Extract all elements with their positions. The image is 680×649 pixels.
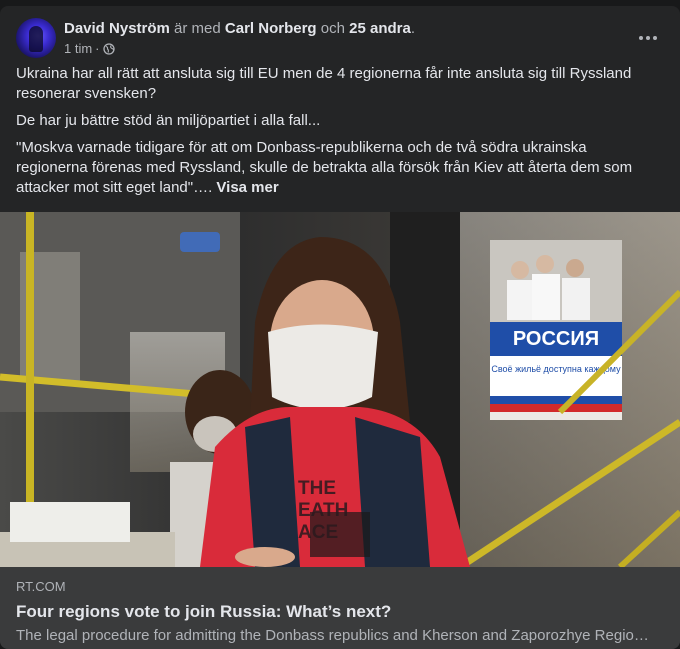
post-meta: 1 tim · — [64, 41, 115, 56]
shirt-text-line: ACE — [298, 522, 338, 543]
link-title[interactable]: Four regions vote to join Russia: What’s… — [16, 601, 664, 622]
post-text: Ukraina har all rätt att ansluta sig til… — [16, 64, 656, 205]
others-link[interactable]: 25 andra — [349, 20, 411, 37]
tagged-name[interactable]: Carl Norberg — [225, 20, 317, 37]
meta-dot: · — [95, 41, 100, 56]
shirt-text-line: THE — [298, 478, 336, 499]
shirt-text-line: EATH — [298, 500, 348, 521]
with-text: är med — [174, 20, 221, 37]
poster: РОССИЯ Своё жильё доступна каждому — [490, 240, 622, 420]
timestamp[interactable]: 1 tim — [64, 41, 92, 56]
post-paragraph-3-text: "Moskva varnade tidigare för att om Donb… — [16, 139, 633, 196]
link-preview-image[interactable]: РОССИЯ Своё жильё доступна каждому THE E… — [0, 212, 680, 567]
see-more-link[interactable]: Visa mer — [216, 179, 278, 196]
poster-title: РОССИЯ — [513, 328, 599, 350]
link-description: The legal procedure for admitting the Do… — [16, 627, 649, 644]
post-paragraph-2: De har ju bättre stöd än miljöpartiet i … — [16, 112, 321, 129]
more-options-icon[interactable] — [632, 22, 664, 54]
author-name[interactable]: David Nyström — [64, 20, 170, 37]
avatar[interactable] — [16, 18, 56, 58]
post-attribution: David Nyström är med Carl Norberg och 25… — [64, 20, 415, 38]
post-card: David Nyström är med Carl Norberg och 25… — [0, 6, 680, 649]
public-globe-icon — [102, 42, 115, 55]
post-paragraph-3: "Moskva varnade tidigare för att om Donb… — [16, 138, 656, 198]
period: . — [410, 20, 415, 37]
link-preview[interactable]: RT.COM Four regions vote to join Russia:… — [0, 567, 680, 649]
post-header: David Nyström är med Carl Norberg och 25… — [16, 18, 664, 58]
link-domain: RT.COM — [16, 579, 66, 594]
and-text: och — [320, 20, 345, 37]
post-paragraph-1: Ukraina har all rätt att ansluta sig til… — [16, 65, 632, 102]
